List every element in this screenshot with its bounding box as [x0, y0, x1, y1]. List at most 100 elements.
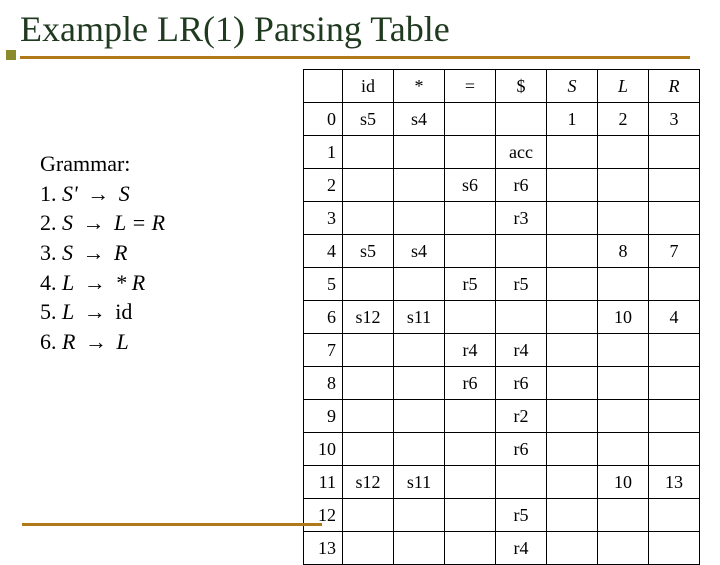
arrow-icon: →	[83, 181, 113, 206]
col-dollar: $	[496, 70, 547, 103]
cell	[343, 202, 394, 235]
cell	[394, 169, 445, 202]
cell	[343, 136, 394, 169]
title-underline	[20, 56, 690, 59]
table-row: 5 r5r5	[304, 268, 700, 301]
cell: s12	[343, 466, 394, 499]
cell: s5	[343, 103, 394, 136]
cell	[394, 532, 445, 565]
table-body: 0s5s41231acc2s6r63r34s5s4875r5r56s12s111…	[304, 103, 700, 565]
grammar-rule: 3. S → R	[40, 238, 165, 268]
cell	[547, 334, 598, 367]
cell	[343, 334, 394, 367]
cell	[445, 202, 496, 235]
cell	[649, 367, 700, 400]
cell: s5	[343, 235, 394, 268]
cell: 4	[649, 301, 700, 334]
state-cell: 13	[304, 532, 343, 565]
table-row: 1acc	[304, 136, 700, 169]
state-cell: 2	[304, 169, 343, 202]
arrow-icon: →	[80, 299, 110, 324]
cell: 1	[547, 103, 598, 136]
col-star: *	[394, 70, 445, 103]
state-cell: 6	[304, 301, 343, 334]
cell	[547, 268, 598, 301]
cell	[547, 169, 598, 202]
cell	[496, 103, 547, 136]
cell	[598, 334, 649, 367]
cell: r5	[445, 268, 496, 301]
page-title: Example LR(1) Parsing Table	[20, 8, 700, 50]
cell	[496, 466, 547, 499]
cell	[649, 400, 700, 433]
cell: 10	[598, 466, 649, 499]
cell	[649, 532, 700, 565]
cell: s11	[394, 466, 445, 499]
cell	[598, 400, 649, 433]
state-cell: 4	[304, 235, 343, 268]
cell	[547, 367, 598, 400]
cell: r5	[496, 499, 547, 532]
cell	[343, 400, 394, 433]
cell: r4	[496, 532, 547, 565]
content-row: Grammar: 1. S' → S 2. S → L = R 3. S → R…	[20, 69, 700, 565]
cell	[343, 499, 394, 532]
cell	[649, 433, 700, 466]
cell: r3	[496, 202, 547, 235]
table-row: 13 r4	[304, 532, 700, 565]
table-row: 0s5s4123	[304, 103, 700, 136]
grammar-rule: 4. L → * R	[40, 268, 165, 298]
cell	[649, 499, 700, 532]
state-cell: 9	[304, 400, 343, 433]
cell: s4	[394, 235, 445, 268]
state-cell: 5	[304, 268, 343, 301]
cell	[445, 532, 496, 565]
cell	[394, 400, 445, 433]
table-row: 4s5s487	[304, 235, 700, 268]
cell: s4	[394, 103, 445, 136]
arrow-icon: →	[80, 270, 110, 295]
col-eq: =	[445, 70, 496, 103]
cell	[496, 301, 547, 334]
cell	[598, 433, 649, 466]
cell: 10	[598, 301, 649, 334]
cell	[394, 268, 445, 301]
cell: r4	[445, 334, 496, 367]
cell	[649, 136, 700, 169]
cell	[394, 334, 445, 367]
grammar-block: Grammar: 1. S' → S 2. S → L = R 3. S → R…	[20, 69, 165, 357]
cell	[343, 169, 394, 202]
arrow-icon: →	[79, 240, 109, 265]
cell	[598, 169, 649, 202]
table-row: 7r4r4	[304, 334, 700, 367]
arrow-icon: →	[81, 329, 111, 354]
cell	[649, 169, 700, 202]
cell	[445, 400, 496, 433]
cell: r6	[445, 367, 496, 400]
state-cell: 1	[304, 136, 343, 169]
cell: r5	[496, 268, 547, 301]
cell: r6	[496, 367, 547, 400]
cell	[394, 202, 445, 235]
cell	[547, 433, 598, 466]
grammar-heading: Grammar:	[40, 149, 165, 179]
cell	[547, 202, 598, 235]
grammar-rule: 5. L → id	[40, 297, 165, 327]
parsing-table: id * = $ S L R 0s5s41231acc2s6r63r34s5s4…	[303, 69, 700, 565]
col-R: R	[649, 70, 700, 103]
table-row: 12r5	[304, 499, 700, 532]
cell: r6	[496, 169, 547, 202]
cell	[343, 433, 394, 466]
cell	[394, 367, 445, 400]
state-cell: 11	[304, 466, 343, 499]
table-row: 6s12s11104	[304, 301, 700, 334]
cell	[598, 499, 649, 532]
table-row: 2s6r6	[304, 169, 700, 202]
cell	[445, 301, 496, 334]
state-cell: 10	[304, 433, 343, 466]
cell	[598, 202, 649, 235]
table-row: 11s12s111013	[304, 466, 700, 499]
cell	[649, 268, 700, 301]
cell: 3	[649, 103, 700, 136]
cell: s12	[343, 301, 394, 334]
